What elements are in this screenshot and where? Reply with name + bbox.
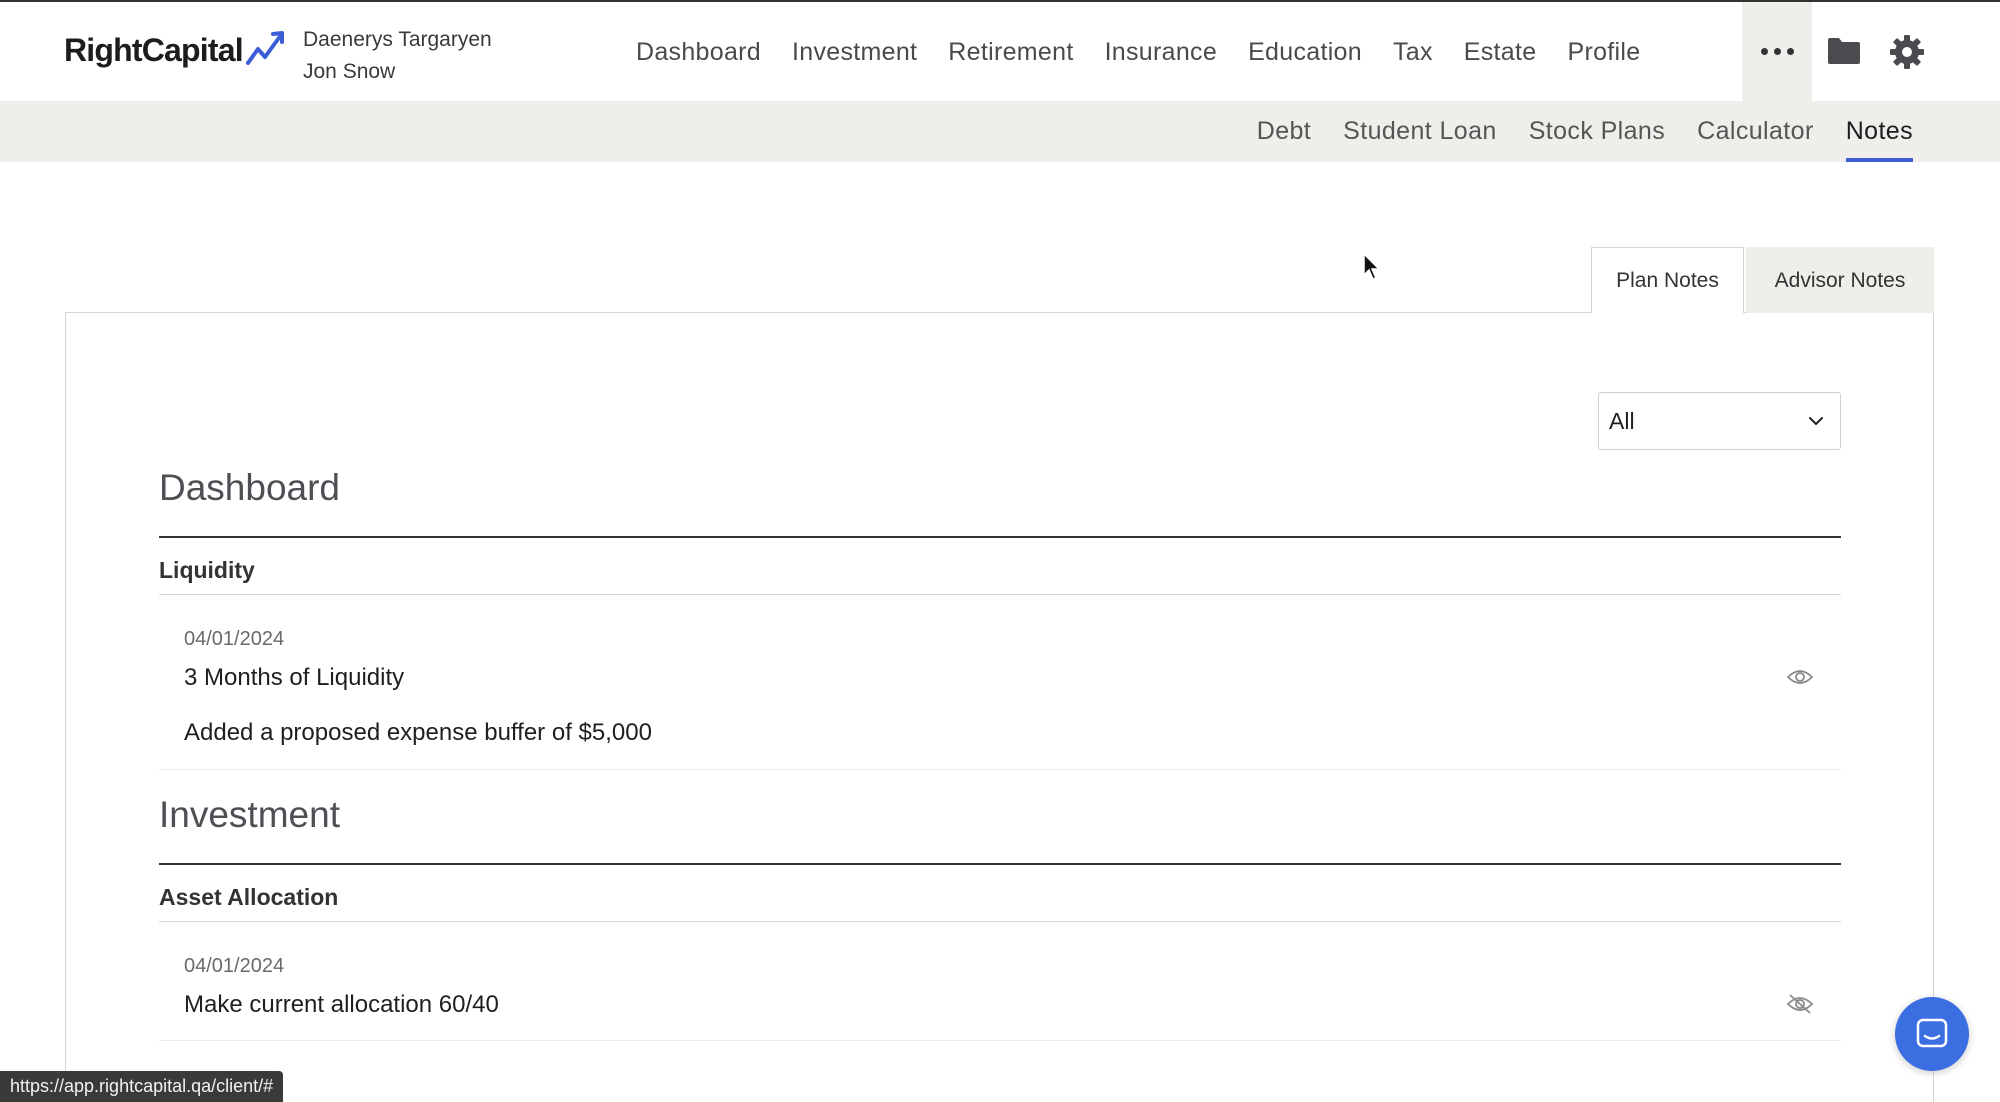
nav-retirement[interactable]: Retirement <box>948 38 1073 67</box>
folder-icon[interactable] <box>1826 36 1862 66</box>
gear-icon[interactable] <box>1889 34 1925 70</box>
nav-insurance[interactable]: Insurance <box>1105 38 1218 67</box>
logo-arrow-icon <box>245 30 284 65</box>
client-secondary-name: Jon Snow <box>303 60 396 83</box>
chevron-down-icon <box>1809 417 1823 425</box>
section-title-investment: Investment <box>159 794 340 835</box>
eye-icon[interactable] <box>1787 667 1813 687</box>
nav-tax[interactable]: Tax <box>1393 38 1433 67</box>
tab-advisor-notes[interactable]: Advisor Notes <box>1746 247 1934 313</box>
subnav-debt[interactable]: Debt <box>1257 101 1311 162</box>
subnav-student-loan[interactable]: Student Loan <box>1343 101 1497 162</box>
logo-text: RightCapital <box>64 32 244 68</box>
nav-investment[interactable]: Investment <box>792 38 917 67</box>
note-divider <box>159 1040 1841 1041</box>
note-title[interactable]: 3 Months of Liquidity <box>184 664 404 692</box>
client-primary-name: Daenerys Targaryen <box>303 28 492 51</box>
subsection-asset-allocation: Asset Allocation <box>159 884 339 910</box>
sub-nav: Debt Student Loan Stock Plans Calculator… <box>1225 101 1914 162</box>
subsection-divider <box>159 921 1841 922</box>
tab-plan-notes[interactable]: Plan Notes <box>1591 247 1744 313</box>
section-divider <box>159 536 1841 538</box>
subnav-stock-plans[interactable]: Stock Plans <box>1529 101 1665 162</box>
status-url-bar: https://app.rightcapital.qa/client/# <box>0 1071 284 1102</box>
filter-selected-value: All <box>1609 407 1635 434</box>
note-date: 04/01/2024 <box>184 955 285 977</box>
mouse-cursor-icon <box>1363 253 1381 280</box>
more-icon-dot <box>1773 48 1781 55</box>
subnav-calculator[interactable]: Calculator <box>1697 101 1814 162</box>
sub-nav-bar: Debt Student Loan Stock Plans Calculator… <box>0 101 2000 162</box>
subsection-liquidity: Liquidity <box>159 557 255 583</box>
chat-icon <box>1916 1018 1948 1048</box>
nav-education[interactable]: Education <box>1248 38 1362 67</box>
note-divider <box>159 769 1841 770</box>
section-divider <box>159 863 1841 865</box>
eye-off-icon[interactable] <box>1787 994 1813 1014</box>
section-title-dashboard: Dashboard <box>159 467 341 508</box>
more-icon <box>1760 48 1768 55</box>
rightcapital-logo[interactable]: RightCapital <box>64 30 287 69</box>
note-date: 04/01/2024 <box>184 628 285 650</box>
more-icon-dot <box>1786 48 1794 55</box>
main-nav: Dashboard Investment Retirement Insuranc… <box>636 2 1671 103</box>
top-header: RightCapital Daenerys Targaryen Jon Snow… <box>0 0 2000 101</box>
nav-dashboard[interactable]: Dashboard <box>636 38 761 67</box>
note-body: Added a proposed expense buffer of $5,00… <box>184 719 652 746</box>
subsection-divider <box>159 594 1841 595</box>
more-menu-button[interactable] <box>1742 2 1812 101</box>
client-names[interactable]: Daenerys Targaryen Jon Snow <box>303 24 492 88</box>
subnav-notes[interactable]: Notes <box>1845 101 1914 162</box>
note-title[interactable]: Make current allocation 60/40 <box>184 991 499 1019</box>
notes-filter-select[interactable]: All <box>1598 392 1841 450</box>
nav-estate[interactable]: Estate <box>1464 38 1537 67</box>
nav-profile[interactable]: Profile <box>1567 38 1640 67</box>
chat-launcher-button[interactable] <box>1895 997 1969 1071</box>
notes-tabs: Plan Notes Advisor Notes <box>1591 247 1934 313</box>
